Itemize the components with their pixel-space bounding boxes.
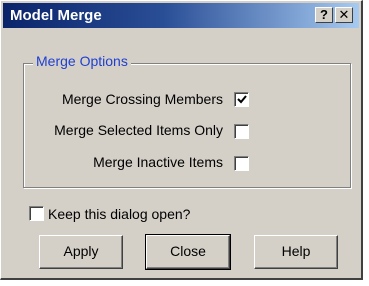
close-title-button[interactable]: ✕ xyxy=(335,7,353,23)
merge-selected-items-only-checkbox[interactable] xyxy=(234,124,249,139)
close-button[interactable]: Close xyxy=(145,234,231,270)
merge-options-legend: Merge Options xyxy=(33,53,131,69)
title-bar[interactable]: Model Merge ? ✕ xyxy=(3,3,359,28)
help-title-button[interactable]: ? xyxy=(315,7,333,23)
keep-dialog-open-label: Keep this dialog open? xyxy=(48,206,191,222)
close-icon: ✕ xyxy=(338,7,350,22)
merge-crossing-members-checkbox[interactable] xyxy=(234,92,249,107)
window-title: Model Merge xyxy=(10,7,102,24)
merge-selected-items-only-label: Merge Selected Items Only xyxy=(54,122,223,138)
model-merge-dialog: Model Merge ? ✕ Merge Options Merge Cros… xyxy=(0,0,363,280)
merge-inactive-items-label: Merge Inactive Items xyxy=(93,154,223,170)
checkmark-icon xyxy=(237,95,247,104)
help-button[interactable]: Help xyxy=(254,235,338,269)
question-mark-icon: ? xyxy=(320,7,328,22)
merge-inactive-items-checkbox[interactable] xyxy=(234,156,249,171)
merge-crossing-members-label: Merge Crossing Members xyxy=(61,91,223,107)
apply-button[interactable]: Apply xyxy=(39,235,123,269)
keep-dialog-open-checkbox[interactable] xyxy=(29,206,44,221)
